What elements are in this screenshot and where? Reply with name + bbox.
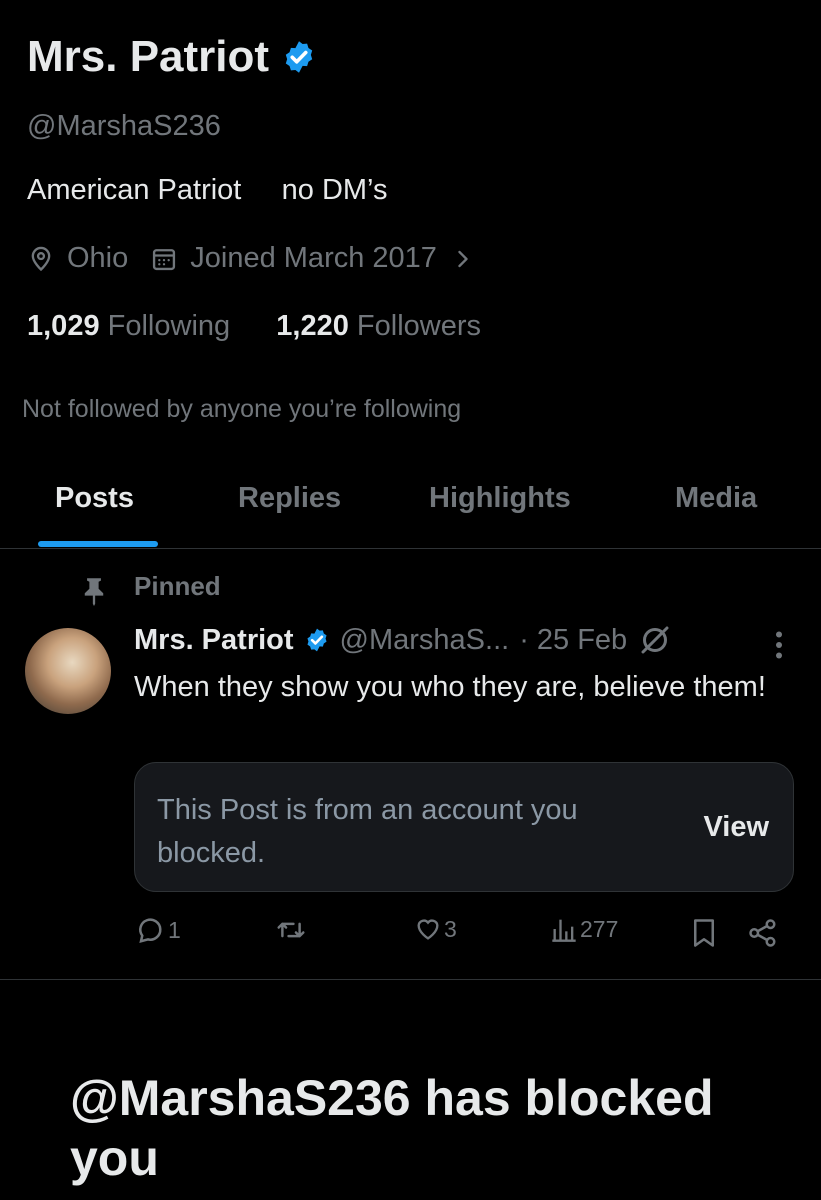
post-date[interactable]: · 25 Feb <box>519 624 627 657</box>
following-count: 1,029 <box>27 310 100 342</box>
tabs-divider <box>0 548 821 549</box>
verified-badge-icon <box>304 627 330 653</box>
verified-badge-icon <box>281 39 317 75</box>
profile-meta-row: Ohio Joined March 2017 <box>27 242 473 275</box>
post-text: When they show you who they are, believe… <box>134 671 766 703</box>
profile-stats: 1,029 Following 1,220 Followers <box>27 310 481 343</box>
pin-icon <box>82 576 106 606</box>
blocked-post-notice: This Post is from an account you blocked… <box>157 794 578 869</box>
calendar-icon <box>150 245 178 273</box>
repost-button[interactable] <box>275 915 309 945</box>
tab-media[interactable]: Media <box>675 482 757 515</box>
following-link[interactable]: 1,029 Following <box>27 310 238 342</box>
following-label: Following <box>107 310 231 342</box>
analytics-icon <box>550 915 578 943</box>
tab-highlights[interactable]: Highlights <box>429 482 571 515</box>
profile-bio: American Patriot no DM’s <box>27 174 388 206</box>
display-name-text: Mrs. Patriot <box>27 32 270 81</box>
location-pin-icon <box>27 245 55 273</box>
followers-count: 1,220 <box>276 310 349 342</box>
repost-icon <box>275 915 307 945</box>
tab-replies[interactable]: Replies <box>238 482 341 515</box>
followers-label: Followers <box>356 310 481 342</box>
post-author-handle[interactable]: @MarshaS... <box>340 624 510 657</box>
share-icon[interactable] <box>748 918 778 948</box>
views-button[interactable]: 277 <box>550 915 618 943</box>
post-header: Mrs. Patriot @MarshaS... · 25 Feb <box>134 622 673 658</box>
reply-button[interactable]: 1 <box>136 915 181 945</box>
bookmark-icon[interactable] <box>690 918 718 948</box>
feed-divider <box>0 979 821 980</box>
blocked-post-card: This Post is from an account you blocked… <box>134 762 794 892</box>
blocked-you-heading: @MarshaS236 has blocked you <box>70 1070 714 1186</box>
chevron-right-icon[interactable] <box>453 245 473 273</box>
like-button[interactable]: 3 <box>414 915 457 943</box>
avatar[interactable] <box>25 628 111 714</box>
view-count: 277 <box>580 915 619 942</box>
heart-icon <box>414 915 442 943</box>
like-count: 3 <box>444 915 457 942</box>
active-tab-indicator <box>38 541 158 547</box>
profile-display-name: Mrs. Patriot <box>27 32 317 82</box>
more-options-icon[interactable] <box>770 627 788 663</box>
reply-icon <box>136 915 166 945</box>
tab-posts[interactable]: Posts <box>55 482 134 515</box>
profile-location: Ohio <box>67 242 129 274</box>
view-button[interactable]: View <box>703 811 769 844</box>
reply-count: 1 <box>168 916 181 943</box>
followers-link[interactable]: 1,220 Followers <box>276 310 481 342</box>
grok-icon[interactable] <box>637 622 673 658</box>
profile-handle: @MarshaS236 <box>27 110 221 142</box>
post-author-name[interactable]: Mrs. Patriot <box>134 624 294 657</box>
pinned-label: Pinned <box>134 571 221 601</box>
profile-joined-date: Joined March 2017 <box>190 242 437 274</box>
not-followed-notice: Not followed by anyone you’re following <box>22 395 462 423</box>
